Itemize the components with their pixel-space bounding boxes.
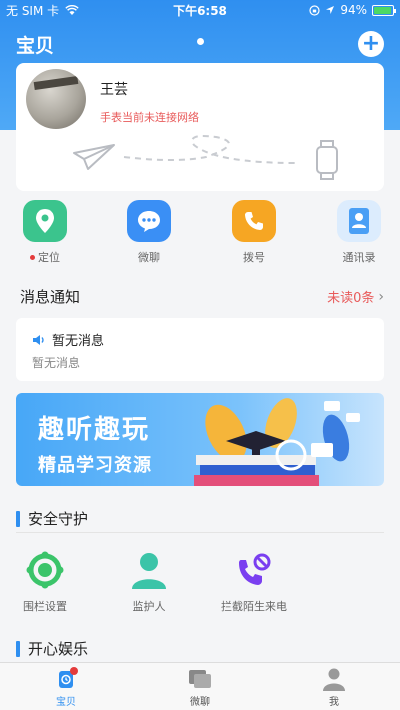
- page-title: 宝贝: [16, 34, 55, 57]
- child-name: 王芸: [100, 82, 128, 98]
- safety-item-label: 围栏设置: [23, 600, 67, 613]
- clock: 下午6:58: [173, 3, 227, 18]
- chat-bubble-icon: [127, 200, 171, 242]
- quick-action-label: 通讯录: [342, 251, 376, 264]
- message-section-title: 消息通知: [20, 288, 81, 306]
- learning-resources-banner[interactable]: 趣听趣玩 精品学习资源: [16, 393, 384, 486]
- phone-icon: [232, 200, 276, 242]
- child-profile-card[interactable]: 王芸 手表当前未连接网络: [16, 63, 384, 191]
- tab-label: 微聊: [190, 697, 210, 708]
- smartwatch-icon: [316, 140, 338, 180]
- quick-action-dial[interactable]: 拨号: [214, 200, 294, 265]
- tab-notification-dot: [70, 667, 78, 675]
- tab-chat[interactable]: 微聊: [160, 667, 240, 708]
- banner-headline: 趣听趣玩: [38, 415, 151, 445]
- battery-percent: 94%: [340, 3, 367, 17]
- carrier-label: 无 SIM 卡: [6, 3, 60, 18]
- safety-title-text: 安全守护: [28, 510, 89, 528]
- battery-icon: [372, 4, 396, 16]
- location-pin-icon: [23, 200, 67, 242]
- person-tab-icon: [323, 668, 345, 691]
- unread-messages-link[interactable]: 未读0条 ›: [327, 287, 384, 307]
- banner-subline: 精品学习资源: [38, 455, 152, 476]
- guardian-person-icon: [127, 548, 171, 592]
- block-call-icon: [232, 548, 276, 592]
- fun-title-text: 开心娱乐: [28, 640, 89, 658]
- safety-item-label: 监护人: [132, 600, 166, 613]
- unread-count: 未读0条: [327, 291, 375, 306]
- contacts-icon: [337, 200, 381, 242]
- tab-label: 宝贝: [56, 697, 76, 708]
- status-bar: 无 SIM 卡 下午6:58 94%: [0, 0, 400, 20]
- safety-item-label: 拦截陌生来电: [221, 600, 287, 613]
- quick-action-label: 微聊: [138, 251, 160, 264]
- safety-guardian[interactable]: 监护人: [109, 548, 189, 614]
- quick-action-label: 定位: [38, 251, 60, 264]
- location-arrow-icon: [326, 6, 335, 14]
- tab-me[interactable]: 我: [294, 667, 374, 708]
- books-illustration: [194, 398, 360, 486]
- quick-actions: 定位 微聊 拨号 通讯录: [0, 200, 400, 270]
- tab-label: 我: [329, 697, 339, 708]
- fence-ring-icon: [23, 548, 67, 592]
- message-card[interactable]: 暂无消息 暂无消息: [16, 318, 384, 381]
- safety-block-strangers[interactable]: 拦截陌生来电: [214, 548, 294, 614]
- fun-section-title: 开心娱乐: [16, 638, 88, 659]
- quick-action-location[interactable]: 定位: [5, 200, 85, 265]
- connection-illustration: [73, 135, 338, 180]
- message-card-subtitle: 暂无消息: [32, 356, 81, 370]
- wifi-icon: [65, 4, 79, 15]
- avatar[interactable]: [26, 69, 86, 129]
- message-section-header: 消息通知 未读0条 ›: [20, 286, 384, 307]
- orientation-lock-icon: [309, 4, 320, 16]
- message-card-title: 暂无消息: [52, 334, 105, 349]
- chat-tab-icon: [189, 670, 211, 688]
- paper-plane-icon: [73, 144, 115, 170]
- safety-section-title: 安全守护: [16, 508, 88, 529]
- quick-action-label: 拨号: [243, 251, 265, 264]
- quick-action-contacts[interactable]: 通讯录: [319, 200, 399, 265]
- add-device-button[interactable]: +: [358, 31, 384, 57]
- page-indicator-dot: [197, 38, 204, 45]
- speaker-icon: [33, 334, 44, 345]
- bottom-tab-bar: 宝贝 微聊 我: [0, 662, 400, 710]
- safety-fence-settings[interactable]: 围栏设置: [5, 548, 85, 614]
- safety-actions: 围栏设置 监护人 拦截陌生来电: [0, 548, 400, 618]
- tab-baby[interactable]: 宝贝: [26, 667, 106, 708]
- new-location-dot: [30, 254, 35, 260]
- app-header: 宝贝 +: [0, 24, 400, 64]
- quick-action-chat[interactable]: 微聊: [109, 200, 189, 265]
- watch-connection-status: 手表当前未连接网络: [100, 111, 199, 124]
- chevron-right-icon: ›: [378, 288, 384, 305]
- section-divider: [16, 532, 384, 533]
